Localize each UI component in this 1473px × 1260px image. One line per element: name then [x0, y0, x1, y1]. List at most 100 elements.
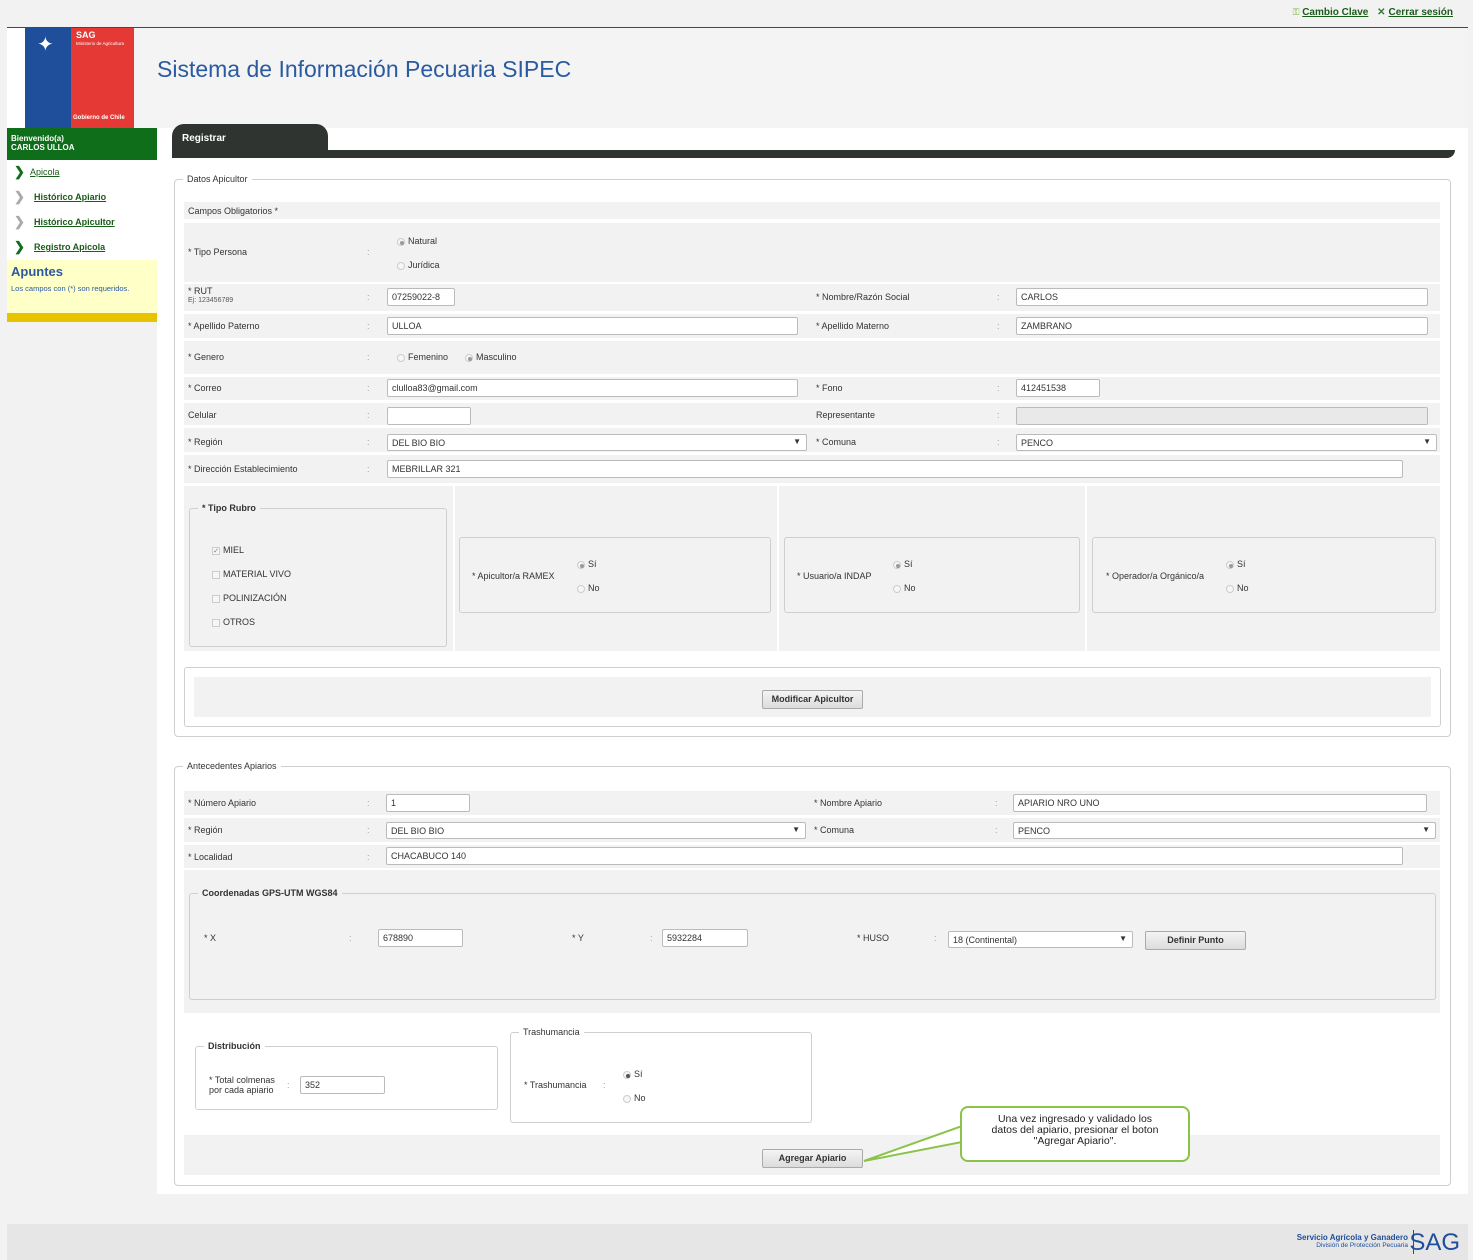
rubro-polinizacion-checkbox[interactable]: POLINIZACIÓN: [212, 593, 287, 603]
fono-input[interactable]: 412451538: [1016, 379, 1100, 397]
trashumancia-label: * Trashumancia: [524, 1080, 587, 1090]
apiario-region-label: * Región: [188, 825, 223, 835]
representante-label: Representante: [816, 410, 876, 420]
organico-label: * Operador/a Orgánico/a: [1106, 571, 1205, 581]
modify-apicultor-button[interactable]: Modificar Apicultor: [762, 690, 863, 709]
total-colmenas-input[interactable]: 352: [300, 1076, 385, 1094]
chevron-right-icon: ❯: [14, 239, 25, 254]
direccion-input[interactable]: MEBRILLAR 321: [387, 460, 1403, 478]
ramex-label: * Apicultor/a RAMEX: [472, 571, 555, 581]
localidad-input[interactable]: CHACABUCO 140: [386, 847, 1403, 865]
dropdown-arrow-icon: ▼: [793, 437, 801, 446]
correo-label: * Correo: [188, 383, 222, 393]
trashumancia-no-radio[interactable]: No: [623, 1093, 646, 1103]
notes-text: Los campos con (*) son requeridos.: [11, 284, 130, 293]
apiario-region-select[interactable]: DEL BIO BIO ▼: [386, 822, 806, 839]
close-icon: ✕: [1377, 7, 1386, 18]
header: ✦ SAG Ministerio de Agricultura Gobierno…: [7, 27, 1468, 128]
x-input[interactable]: 678890: [378, 929, 463, 947]
radio-icon: [1226, 584, 1234, 593]
apiarios-legend: Antecedentes Apiarios: [187, 761, 277, 771]
notes-panel: Apuntes Los campos con (*) son requerido…: [7, 260, 157, 313]
correo-input[interactable]: clulloa83@gmail.com: [387, 379, 798, 397]
help-callout: Una vez ingresado y validado los datos d…: [960, 1106, 1190, 1162]
tipo-persona-juridica-radio[interactable]: Jurídica: [397, 260, 440, 270]
celular-label: Celular: [188, 410, 217, 420]
radio-icon: [577, 584, 585, 593]
footer-logo: SAG: [1409, 1229, 1460, 1256]
celular-input[interactable]: [387, 407, 471, 425]
tipo-persona-label: * Tipo Persona: [188, 247, 248, 257]
radio-icon: [623, 1094, 631, 1103]
rut-hint: Ej: 123456789: [188, 297, 234, 304]
rut-label: * RUT: [188, 286, 213, 296]
y-label: * Y: [572, 933, 584, 943]
direccion-label: * Dirección Establecimiento: [188, 464, 298, 474]
dropdown-arrow-icon: ▼: [1423, 437, 1431, 446]
nombre-apiario-input[interactable]: APIARIO NRO UNO: [1013, 794, 1427, 812]
organico-si-radio[interactable]: Sí: [1226, 559, 1246, 569]
radio-icon: [397, 353, 405, 362]
huso-select[interactable]: 18 (Continental) ▼: [948, 931, 1133, 948]
nombre-apiario-label: * Nombre Apiario: [814, 798, 883, 808]
representante-input[interactable]: [1016, 407, 1428, 425]
radio-icon: [465, 353, 473, 362]
required-note: Campos Obligatorios *: [188, 206, 279, 216]
apicultor-legend: Datos Apicultor: [187, 174, 248, 184]
ramex-no-radio[interactable]: No: [577, 583, 600, 593]
welcome-banner: Bienvenido(a) CARLOS ULLOA: [7, 128, 157, 160]
x-label: * X: [204, 933, 217, 943]
apellido-paterno-input[interactable]: ULLOA: [387, 317, 798, 335]
sidebar: Bienvenido(a) CARLOS ULLOA ❯ Apicola ❯ H…: [7, 128, 157, 322]
ramex-si-radio[interactable]: Sí: [577, 559, 597, 569]
nombre-label: * Nombre/Razón Social: [816, 292, 910, 302]
sidebar-item-historico-apicultor[interactable]: ❯ Histórico Apicultor: [7, 210, 157, 235]
logout-link[interactable]: Cerrar sesión: [1389, 7, 1453, 18]
tab-registrar[interactable]: Registrar: [172, 124, 328, 151]
divider: [7, 313, 157, 322]
sidebar-item-apicola[interactable]: ❯ Apicola: [7, 160, 157, 185]
fono-label: * Fono: [816, 383, 843, 393]
dropdown-arrow-icon: ▼: [792, 825, 800, 834]
chevron-right-icon: ❯: [14, 164, 25, 179]
chevron-right-icon: ❯: [14, 189, 25, 204]
sidebar-item-historico-apiario[interactable]: ❯ Histórico Apiario: [7, 185, 157, 210]
numero-apiario-input[interactable]: 1: [386, 794, 470, 812]
radio-icon: [397, 261, 405, 270]
comuna-select[interactable]: PENCO ▼: [1016, 434, 1437, 451]
region-label: * Región: [188, 437, 223, 447]
indap-no-radio[interactable]: No: [893, 583, 916, 593]
apellido-materno-input[interactable]: ZAMBRANO: [1016, 317, 1428, 335]
add-apiario-button[interactable]: Agregar Apiario: [762, 1149, 863, 1168]
organico-no-radio[interactable]: No: [1226, 583, 1249, 593]
genero-femenino-radio[interactable]: Femenino: [397, 352, 448, 362]
genero-masculino-radio[interactable]: Masculino: [465, 352, 517, 362]
region-select[interactable]: DEL BIO BIO ▼: [387, 434, 807, 451]
tipo-persona-natural-radio[interactable]: Natural: [397, 236, 437, 246]
nombre-input[interactable]: CARLOS: [1016, 288, 1428, 306]
indap-label: * Usuario/a INDAP: [797, 571, 872, 581]
footer: Servicio Agrícola y Ganadero División de…: [7, 1224, 1468, 1260]
radio-icon: [893, 584, 901, 593]
tab-underline: [172, 150, 1455, 158]
notes-title: Apuntes: [11, 264, 63, 279]
callout-pointer: [863, 1124, 963, 1162]
apiario-comuna-select[interactable]: PENCO ▼: [1013, 822, 1436, 839]
huso-label: * HUSO: [857, 933, 890, 943]
rubro-material-vivo-checkbox[interactable]: MATERIAL VIVO: [212, 569, 291, 579]
trashumancia-si-radio[interactable]: Sí: [623, 1069, 643, 1079]
apellido-materno-label: * Apellido Materno: [816, 321, 890, 331]
define-point-button[interactable]: Definir Punto: [1145, 931, 1246, 950]
indap-si-radio[interactable]: Sí: [893, 559, 913, 569]
total-colmenas-label: * Total colmenas por cada apiario: [209, 1075, 275, 1095]
rubro-otros-checkbox[interactable]: OTROS: [212, 617, 255, 627]
government-logo: ✦ SAG Ministerio de Agricultura Gobierno…: [7, 28, 134, 128]
numero-apiario-label: * Número Apiario: [188, 798, 257, 808]
dropdown-arrow-icon: ▼: [1119, 934, 1127, 943]
sidebar-item-registro-apicola[interactable]: ❯ Registro Apicola: [7, 235, 157, 260]
genero-label: * Genero: [188, 352, 225, 362]
rubro-miel-checkbox[interactable]: ✓ MIEL: [212, 545, 244, 555]
rut-input[interactable]: 07259022-8: [387, 288, 455, 306]
y-input[interactable]: 5932284: [662, 929, 748, 947]
change-password-link[interactable]: Cambio Clave: [1302, 7, 1368, 18]
